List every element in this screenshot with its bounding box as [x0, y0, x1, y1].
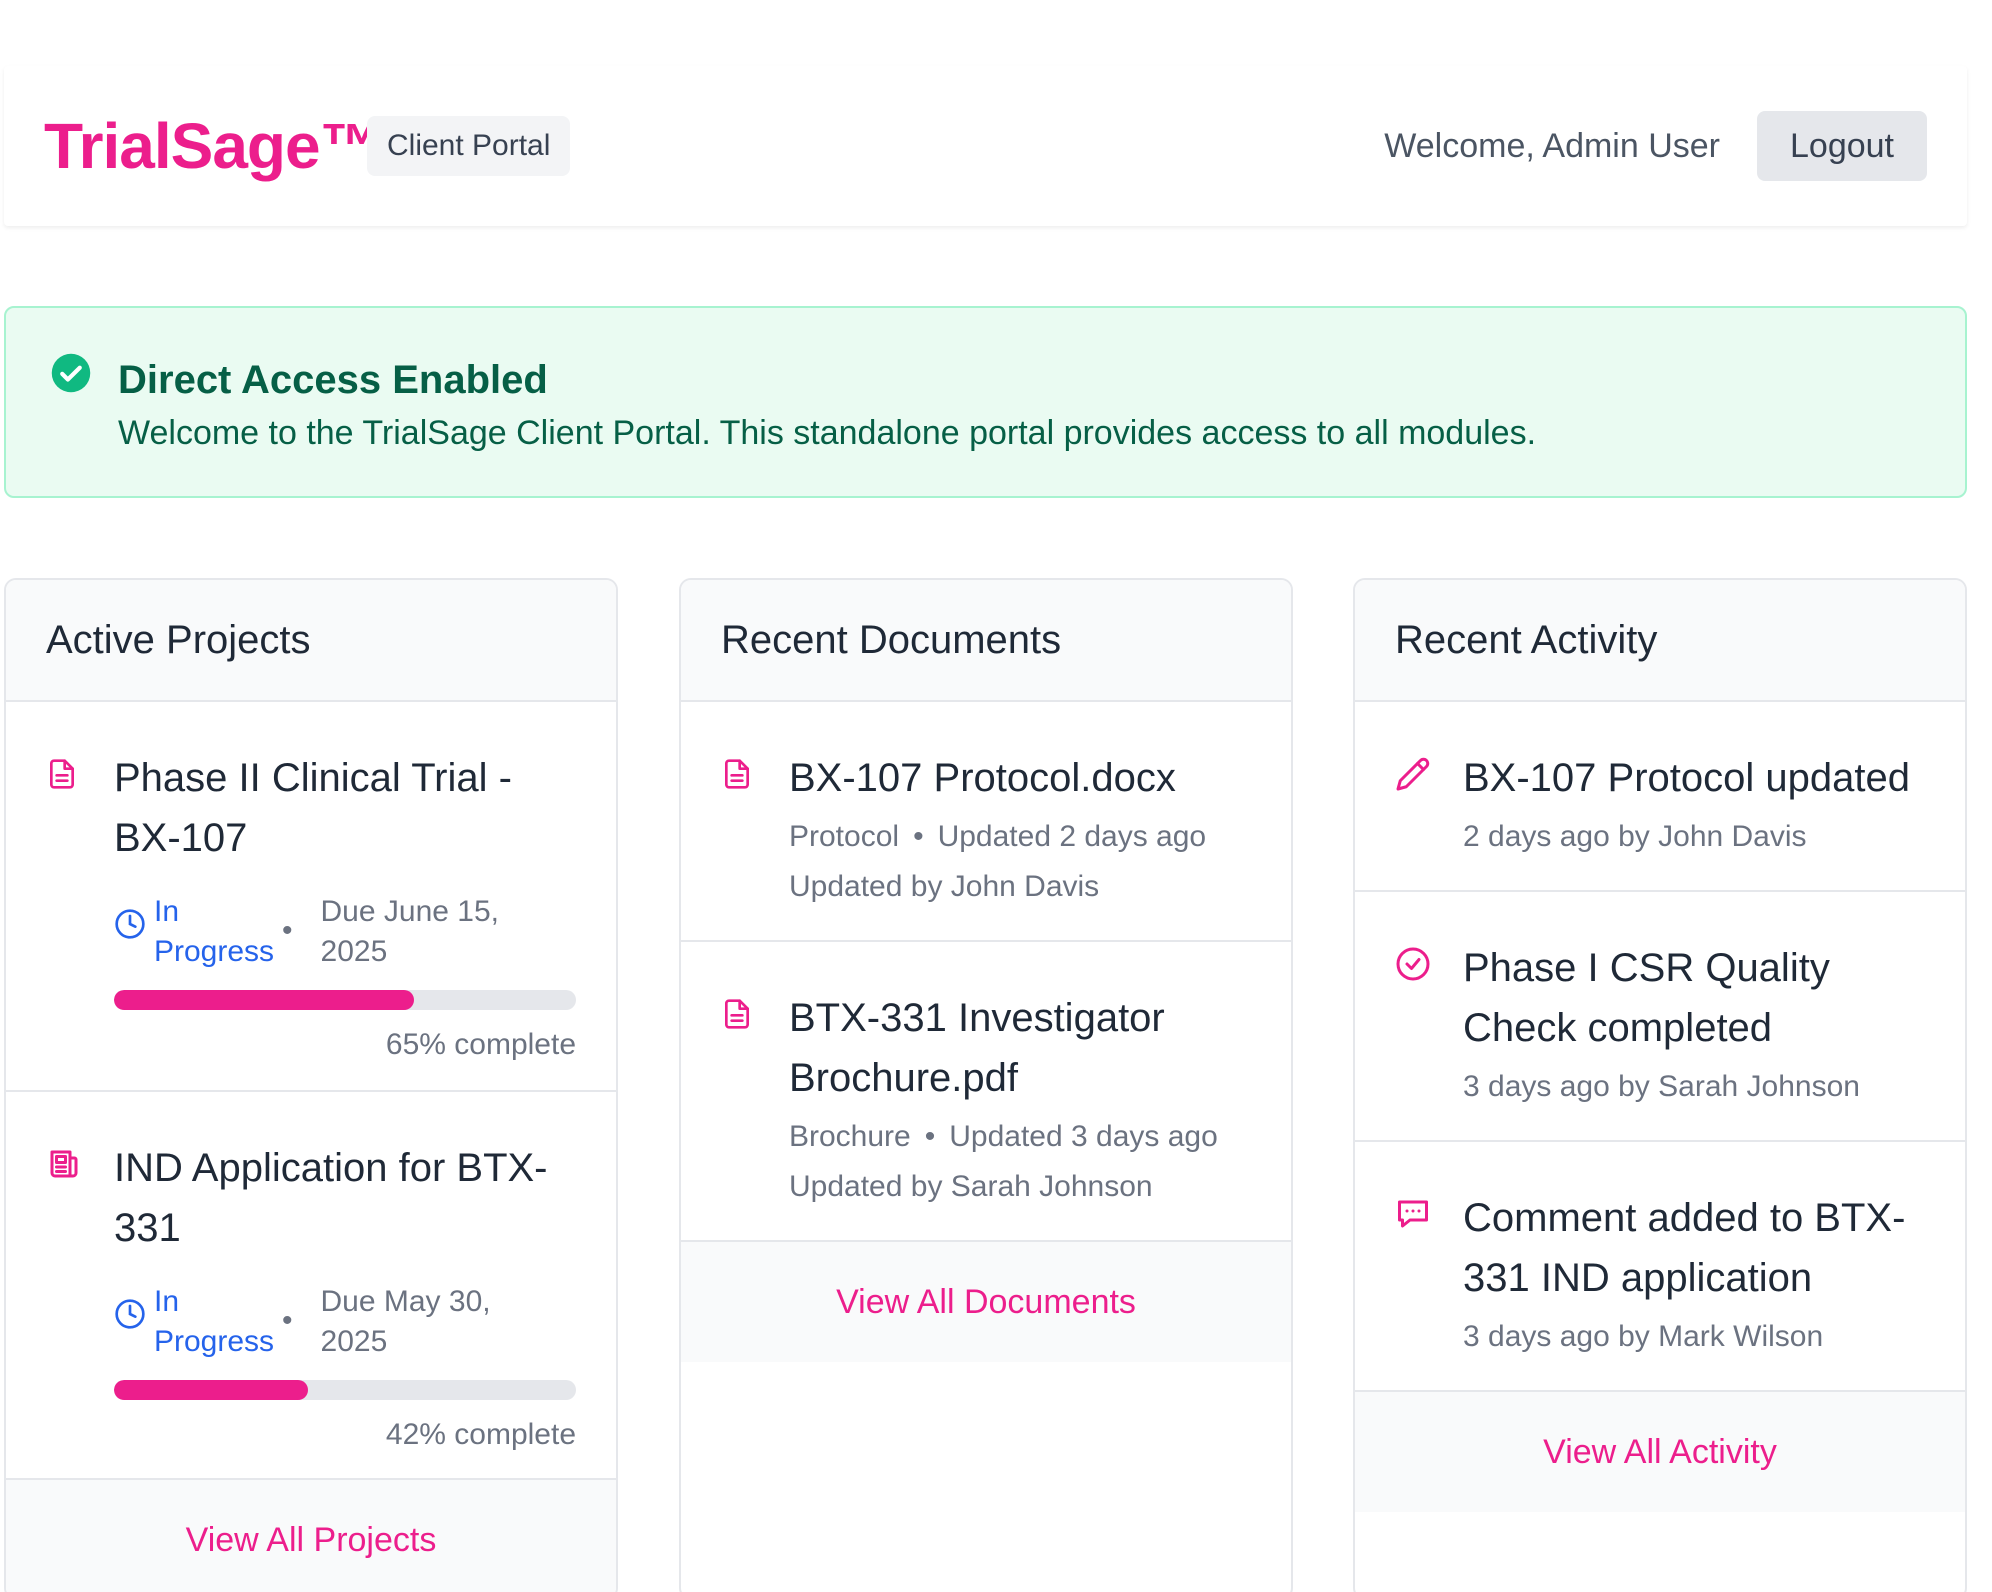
newspaper-icon [46, 1146, 82, 1182]
activity-title[interactable]: BX-107 Protocol updated [1463, 748, 1927, 808]
document-item[interactable]: BTX-331 Investigator Brochure.pdf Brochu… [681, 942, 1291, 1242]
document-updated-by: Updated by John Davis [789, 870, 1100, 903]
chat-icon [1395, 1196, 1431, 1232]
activity-title[interactable]: Phase I CSR Quality Check completed [1463, 938, 1927, 1058]
view-all-projects-link[interactable]: View All Projects [6, 1480, 616, 1592]
project-title[interactable]: IND Application for BTX-331 [114, 1138, 578, 1258]
document-icon [721, 996, 753, 1032]
document-meta: Protocol • Updated 2 days ago [789, 812, 1253, 862]
document-title[interactable]: BX-107 Protocol.docx [789, 748, 1253, 808]
card-title: Recent Documents [721, 617, 1062, 662]
activity-item[interactable]: BX-107 Protocol updated 2 days ago by Jo… [1355, 702, 1965, 892]
document-icon [46, 756, 78, 792]
document-updated-by: Updated by Sarah Johnson [789, 1170, 1153, 1203]
progress-fill [114, 1380, 309, 1400]
logout-button[interactable]: Logout [1757, 111, 1927, 181]
activity-title[interactable]: Comment added to BTX-331 IND application [1463, 1188, 1927, 1308]
document-type: Brochure [789, 1120, 911, 1153]
alert-message: Welcome to the TrialSage Client Portal. … [118, 414, 1537, 452]
project-status: In Progress [154, 895, 275, 968]
document-type: Protocol [789, 820, 900, 853]
direct-access-alert: Direct Access Enabled Welcome to the Tri… [4, 306, 1967, 498]
document-title[interactable]: BTX-331 Investigator Brochure.pdf [789, 988, 1253, 1108]
project-status-row: In Progress • Due June 15, 2025 [114, 892, 578, 974]
project-due-date: Due June 15, 2025 [320, 895, 499, 968]
clock-icon [114, 1298, 146, 1330]
recent-documents-card: Recent Documents BX-107 Protocol.docx Pr… [679, 578, 1293, 1592]
project-status-row: In Progress • Due May 30, 2025 [114, 1282, 578, 1364]
brand-logo[interactable]: TrialSage™ [44, 114, 384, 178]
top-header: TrialSage™ Client Portal Welcome, Admin … [4, 66, 1967, 226]
document-updated: Updated 2 days ago [937, 820, 1207, 853]
view-all-activity-link[interactable]: View All Activity [1355, 1392, 1965, 1512]
document-item[interactable]: BX-107 Protocol.docx Protocol • Updated 2 … [681, 702, 1291, 942]
progress-label: 42% complete [385, 1418, 576, 1451]
project-item[interactable]: Phase II Clinical Trial - BX-107 In Prog… [6, 702, 616, 1092]
document-updated: Updated 3 days ago [949, 1120, 1218, 1153]
portal-badge: Client Portal [367, 116, 571, 176]
activity-item[interactable]: Comment added to BTX-331 IND application… [1355, 1142, 1965, 1392]
document-meta: Brochure • Updated 3 days ago [789, 1112, 1253, 1162]
separator-dot: • [282, 1304, 293, 1337]
project-due-date: Due May 30, 2025 [320, 1285, 491, 1358]
recent-activity-card: Recent Activity BX-107 Protocol updated … [1353, 578, 1967, 1592]
pencil-icon [1395, 756, 1431, 792]
check-circle-icon [50, 352, 92, 394]
progress-bar [114, 990, 576, 1010]
card-title: Recent Activity [1395, 617, 1658, 662]
project-status: In Progress [154, 1285, 275, 1358]
active-projects-card: Active Projects Phase II Clinical Trial … [4, 578, 618, 1592]
progress-fill [114, 990, 415, 1010]
separator-dot: • [282, 914, 293, 947]
document-icon [721, 756, 753, 792]
progress-label: 65% complete [385, 1028, 576, 1061]
project-title[interactable]: Phase II Clinical Trial - BX-107 [114, 748, 578, 868]
card-header: Recent Activity [1355, 580, 1965, 702]
card-header: Recent Documents [681, 580, 1291, 702]
progress-bar [114, 1380, 576, 1400]
view-all-documents-link[interactable]: View All Documents [681, 1242, 1291, 1362]
project-item[interactable]: IND Application for BTX-331 In Progress … [6, 1092, 616, 1480]
activity-meta: 3 days ago by Sarah Johnson [1463, 1070, 1860, 1103]
card-header: Active Projects [6, 580, 616, 702]
alert-title: Direct Access Enabled [118, 358, 548, 402]
clock-icon [114, 908, 146, 940]
card-title: Active Projects [46, 617, 311, 662]
check-circle-icon [1395, 946, 1431, 982]
separator-dot: • [924, 1120, 936, 1153]
separator-dot: • [913, 820, 924, 853]
activity-meta: 3 days ago by Mark Wilson [1463, 1320, 1824, 1353]
activity-meta: 2 days ago by John Davis [1463, 820, 1807, 853]
activity-item[interactable]: Phase I CSR Quality Check completed 3 da… [1355, 892, 1965, 1142]
welcome-text: Welcome, Admin User [1384, 127, 1720, 165]
